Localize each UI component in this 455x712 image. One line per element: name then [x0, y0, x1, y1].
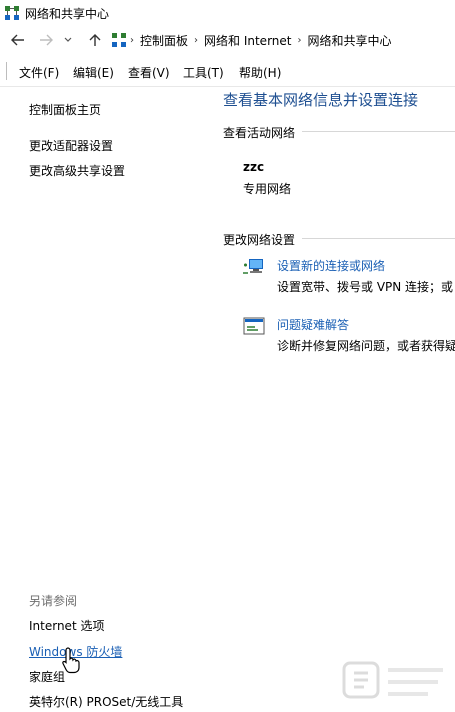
change-settings-heading: 更改网络设置	[223, 233, 296, 247]
breadcrumb-control-panel[interactable]: 控制面板	[134, 32, 194, 49]
menu-file[interactable]: 文件(F)	[19, 64, 59, 81]
control-panel-icon	[110, 31, 128, 49]
network-type: 专用网络	[243, 182, 292, 196]
sidebar-change-advanced-sharing[interactable]: 更改高级共享设置	[29, 162, 125, 179]
see-also-homegroup[interactable]: 家庭组	[29, 668, 65, 685]
hand-pointer-cursor-icon	[62, 647, 80, 674]
see-also-intel-proset[interactable]: 英特尔(R) PROSet/无线工具	[29, 693, 183, 710]
new-connection-icon	[243, 259, 263, 274]
menu-bar: 文件(F) 编辑(E) 查看(V) 工具(T) 帮助(H)	[0, 56, 455, 87]
network-name: zzc	[243, 160, 265, 174]
breadcrumb-network-sharing-center[interactable]: 网络和共享中心	[301, 32, 397, 49]
back-arrow-icon[interactable]	[9, 31, 27, 49]
title-bar: 网络和共享中心	[0, 0, 455, 26]
troubleshoot-problems-link[interactable]: 问题疑难解答	[277, 316, 349, 333]
active-networks-heading: 查看活动网络	[223, 126, 296, 140]
section-divider	[302, 131, 455, 132]
see-also-heading: 另请参阅	[29, 594, 78, 608]
setup-new-connection-desc: 设置宽带、拨号或 VPN 连接；或	[277, 280, 454, 294]
recent-chevron-down-icon[interactable]	[62, 31, 74, 49]
menu-help[interactable]: 帮助(H)	[239, 64, 281, 81]
forward-arrow-icon[interactable]	[37, 31, 55, 49]
address-breadcrumb: › 控制面板 › 网络和 Internet › 网络和共享中心	[130, 31, 398, 49]
menu-grip	[6, 62, 7, 80]
troubleshoot-icon	[243, 317, 265, 335]
network-center-icon	[5, 6, 19, 20]
window-title: 网络和共享中心	[25, 7, 110, 21]
menu-view[interactable]: 查看(V)	[128, 64, 170, 81]
up-arrow-icon[interactable]	[86, 31, 104, 49]
sidebar-change-adapter-settings[interactable]: 更改适配器设置	[29, 137, 113, 154]
breadcrumb-network-internet[interactable]: 网络和 Internet	[198, 32, 297, 49]
troubleshoot-problems-desc: 诊断并修复网络问题，或者获得疑	[277, 339, 455, 353]
sidebar-control-panel-home[interactable]: 控制面板主页	[29, 101, 101, 118]
menu-edit[interactable]: 编辑(E)	[73, 64, 114, 81]
navigation-bar: › 控制面板 › 网络和 Internet › 网络和共享中心	[0, 26, 455, 54]
section-divider	[302, 238, 455, 239]
menu-tools[interactable]: 工具(T)	[183, 64, 224, 81]
setup-new-connection-link[interactable]: 设置新的连接或网络	[277, 257, 385, 274]
watermark-logo-icon	[342, 661, 443, 699]
page-title: 查看基本网络信息并设置连接	[223, 91, 419, 109]
see-also-internet-options[interactable]: Internet 选项	[29, 617, 104, 634]
